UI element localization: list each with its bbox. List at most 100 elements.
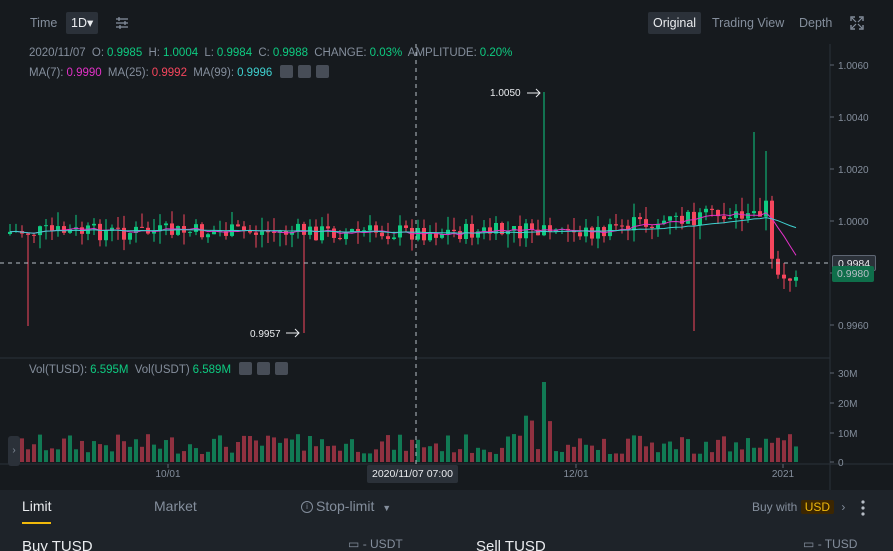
volume-bar <box>542 382 546 462</box>
candle-body <box>746 213 750 219</box>
volume-bar <box>98 444 102 462</box>
more-options-icon[interactable] <box>858 499 868 517</box>
tab-limit[interactable]: Limit <box>22 498 52 514</box>
vol-eye-icon[interactable] <box>239 362 253 375</box>
volume-bar <box>92 441 96 462</box>
volume-bar <box>44 450 48 462</box>
vol-close-icon[interactable] <box>275 362 289 375</box>
time-tick-label: 12/01 <box>563 469 588 480</box>
sell-balance-text: - TUSD <box>817 537 858 551</box>
candle-body <box>524 223 528 239</box>
volume-bar <box>56 449 60 462</box>
volume-bar <box>422 447 426 462</box>
volume-bar <box>692 453 696 462</box>
volume-bar <box>320 439 324 462</box>
sell-balance: ▭ - TUSD <box>803 537 857 551</box>
volume-bar <box>284 438 288 462</box>
price-tick-label: 1.0040 <box>838 113 869 124</box>
candle-body <box>614 224 618 226</box>
ma99-value: 0.9996 <box>237 66 273 79</box>
volume-bar <box>164 440 168 462</box>
candle-body <box>26 233 30 235</box>
time-tick-label: 10/01 <box>155 469 180 480</box>
kline-chart[interactable]: 1.0060 1.0040 1.0020 1.0000 0.9980 0.9960 30M 2… <box>0 44 893 490</box>
crosshair-time-tag: 2020/11/07 07:00 <box>367 465 458 483</box>
candle-body <box>632 217 636 231</box>
volume-bar <box>272 437 276 462</box>
vol-settings-icon[interactable] <box>257 362 271 375</box>
candle-body <box>578 232 582 237</box>
candle-body <box>776 258 780 275</box>
volume-bar <box>380 441 384 462</box>
wallet-icon: ▭ <box>803 537 815 551</box>
volume-bar <box>728 451 732 462</box>
volume-bar <box>440 451 444 462</box>
volume-bar <box>20 438 24 462</box>
candle-body <box>752 211 756 214</box>
collapse-panel-button[interactable]: › <box>8 436 20 466</box>
price-tick-label: 1.0000 <box>838 217 869 228</box>
volume-bar <box>608 453 612 462</box>
volume-bar <box>206 451 210 462</box>
view-original-tab[interactable]: Original <box>648 12 702 34</box>
volume-bar <box>290 439 294 462</box>
volume-bar <box>662 443 666 462</box>
candle-body <box>302 223 306 235</box>
volume-bar <box>242 435 246 462</box>
buy-with-selector[interactable]: Buy with USD › <box>752 500 845 514</box>
volume-bar <box>698 453 702 462</box>
volume-bar <box>392 449 396 462</box>
settings-icon[interactable] <box>298 65 312 78</box>
sell-title: Sell TUSD <box>476 538 546 551</box>
volume-bar <box>410 439 414 462</box>
tab-market[interactable]: Market <box>154 498 197 514</box>
volume-bar <box>788 434 792 462</box>
volume-bar <box>254 440 258 462</box>
candle-body <box>530 223 534 230</box>
stop-limit-label: Stop-limit <box>316 498 375 514</box>
volume-bar <box>458 449 462 462</box>
vol-tusd-label: Vol(TUSD): <box>29 363 88 376</box>
candle-body <box>176 226 180 235</box>
candle-body <box>644 219 648 227</box>
volume-bar <box>134 439 138 462</box>
ohlc-low-label: L: <box>204 47 214 59</box>
volume-bar <box>62 438 66 462</box>
low-marker-arrow <box>286 328 300 338</box>
volume-bar <box>578 438 582 462</box>
view-tradingview-tab[interactable]: Trading View <box>712 12 784 34</box>
volume-bar <box>356 451 360 462</box>
candle-body <box>548 225 552 232</box>
volume-bar <box>722 436 726 462</box>
candle-body <box>668 216 672 221</box>
volume-bar <box>494 453 498 462</box>
volume-bar <box>194 448 198 462</box>
volume-bar <box>260 445 264 462</box>
candle-body <box>260 231 264 235</box>
tab-stop-limit[interactable]: i Stop-limit ▼ <box>301 498 391 514</box>
view-depth-tab[interactable]: Depth <box>799 12 832 34</box>
close-icon[interactable] <box>316 65 330 78</box>
volume-bar <box>512 434 516 462</box>
candle-body <box>788 278 792 281</box>
candle-body <box>128 232 132 240</box>
volume-bar <box>524 415 528 462</box>
ohlc-change: 0.03% <box>369 47 403 59</box>
fullscreen-icon[interactable] <box>848 12 866 34</box>
volume-bar <box>776 437 780 462</box>
volume-bar <box>704 441 708 462</box>
chart-canvas[interactable]: 1.0060 1.0040 1.0020 1.0000 0.9980 0.9960 30M 2… <box>0 44 893 490</box>
volume-bar <box>326 446 330 462</box>
buy-with-currency: USD <box>800 500 835 514</box>
volume-bar <box>758 447 762 462</box>
volume-bar <box>140 446 144 462</box>
indicator-settings-icon[interactable] <box>112 12 132 34</box>
volume-bar <box>500 447 504 462</box>
interval-select[interactable]: 1D▾ <box>66 12 99 34</box>
volume-bar <box>74 449 78 462</box>
volume-bar <box>530 420 534 462</box>
volume-bar <box>566 444 570 462</box>
eye-icon[interactable] <box>280 65 294 78</box>
candle-body <box>314 226 318 241</box>
volume-bar <box>38 434 42 462</box>
